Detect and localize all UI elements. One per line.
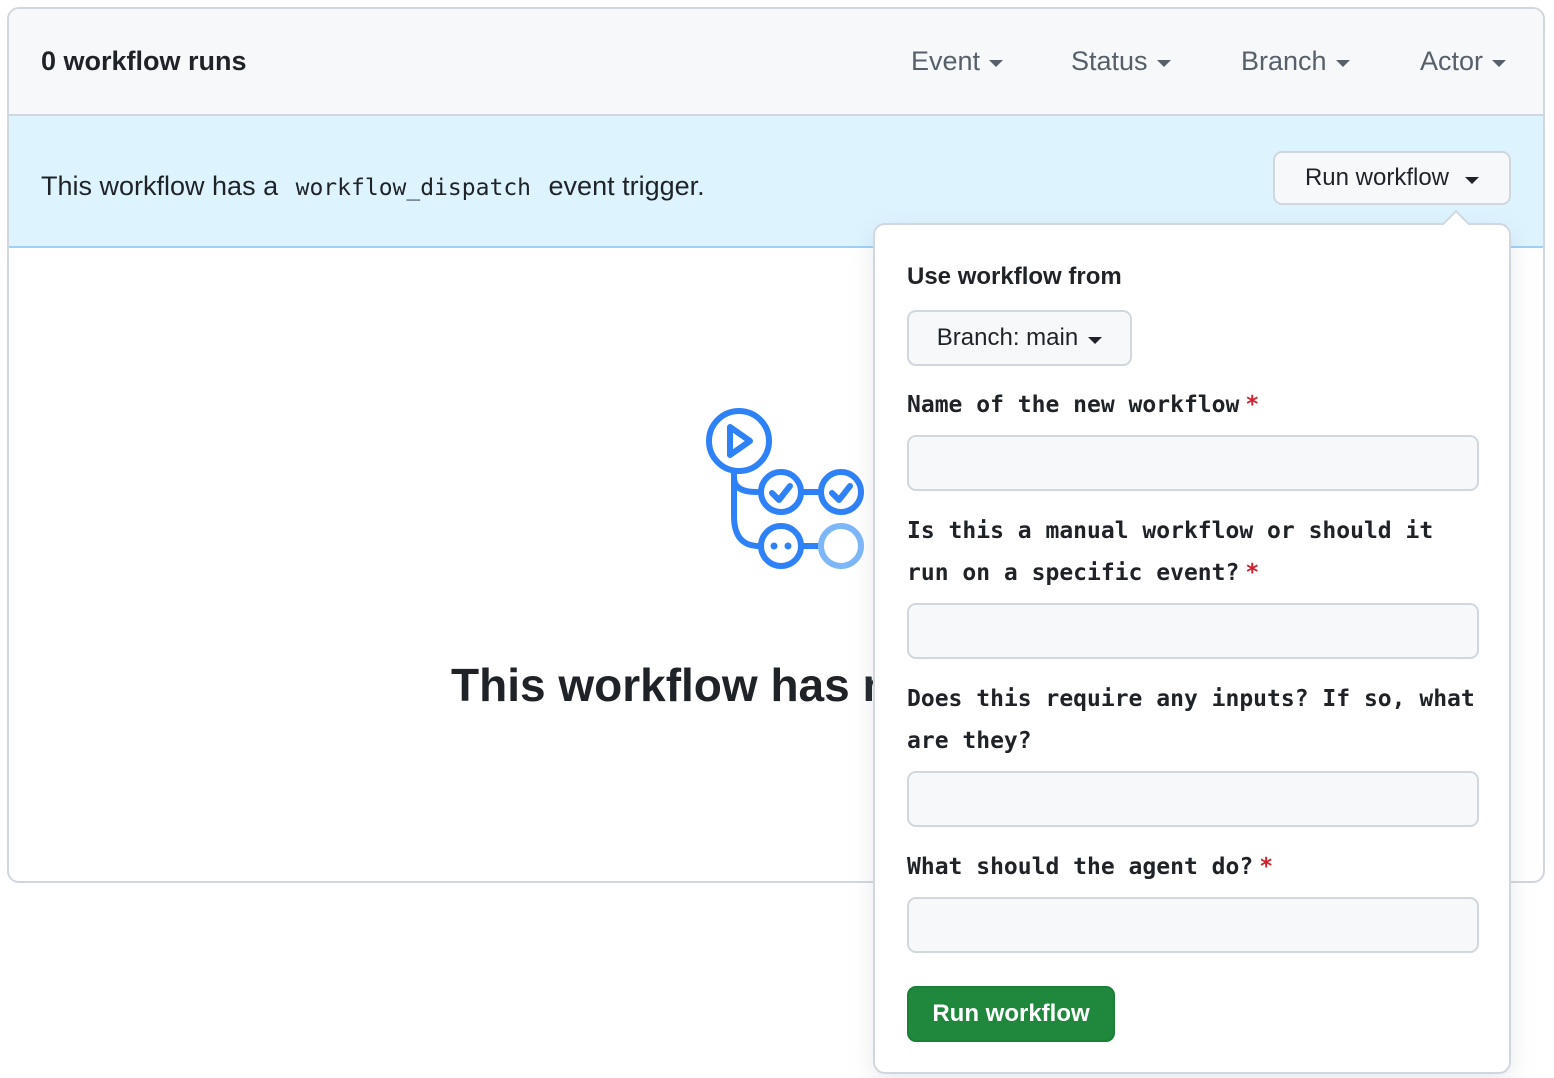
field-label-trigger-type: Is this a manual workflow or should it r… xyxy=(907,510,1477,594)
required-marker: * xyxy=(1245,560,1260,586)
event-filter-label: Event xyxy=(911,46,981,76)
inputs-input[interactable] xyxy=(907,771,1479,827)
branch-select-label: Branch: main xyxy=(936,324,1079,351)
status-filter[interactable]: Status xyxy=(1071,46,1171,77)
field-label-agent-task: What should the agent do? * xyxy=(907,846,1477,888)
branch-filter-label: Branch xyxy=(1241,46,1327,76)
field-label-workflow-name: Name of the new workflow * xyxy=(907,384,1477,426)
chevron-down-icon xyxy=(1156,60,1171,67)
banner-text-after: event trigger. xyxy=(548,171,705,201)
chevron-down-icon xyxy=(1465,176,1480,184)
event-code: workflow_dispatch xyxy=(295,175,532,201)
chevron-down-icon xyxy=(1088,336,1103,344)
required-marker: * xyxy=(1245,392,1260,418)
workflow-name-input[interactable] xyxy=(907,435,1479,491)
actor-filter-label: Actor xyxy=(1420,46,1484,76)
required-marker: * xyxy=(1259,854,1274,880)
agent-task-input[interactable] xyxy=(907,897,1479,953)
use-workflow-from-heading: Use workflow from xyxy=(907,263,1122,290)
field-label-text: What should the agent do? xyxy=(907,854,1254,880)
event-filter[interactable]: Event xyxy=(911,46,1004,77)
run-workflow-submit-button[interactable]: Run workflow xyxy=(907,986,1115,1042)
field-label-text: Is this a manual workflow or should it r… xyxy=(907,518,1434,586)
field-label-text: Does this require any inputs? If so, wha… xyxy=(907,686,1475,754)
branch-select-button[interactable]: Branch: main xyxy=(907,310,1132,366)
field-label-inputs: Does this require any inputs? If so, wha… xyxy=(907,678,1477,762)
run-workflow-label: Run workflow xyxy=(1304,164,1450,191)
trigger-type-input[interactable] xyxy=(907,603,1479,659)
chevron-down-icon xyxy=(1492,60,1507,67)
chevron-down-icon xyxy=(989,60,1004,67)
banner-text-before: This workflow has a xyxy=(41,171,279,201)
field-label-text: Name of the new workflow xyxy=(907,392,1240,418)
actor-filter[interactable]: Actor xyxy=(1420,46,1507,77)
run-workflow-dropdown-button[interactable]: Run workflow xyxy=(1273,151,1511,205)
banner-message: This workflow has a workflow_dispatch ev… xyxy=(41,171,705,202)
chevron-down-icon xyxy=(1335,60,1350,67)
run-workflow-popover: Use workflow from Branch: main Name of t… xyxy=(873,209,1511,1074)
runs-header: 0 workflow runs Event Status Branch Acto… xyxy=(9,9,1543,116)
branch-filter[interactable]: Branch xyxy=(1241,46,1350,77)
actions-workflow-icon xyxy=(697,408,867,583)
runs-count: 0 workflow runs xyxy=(41,46,247,76)
status-filter-label: Status xyxy=(1071,46,1148,76)
